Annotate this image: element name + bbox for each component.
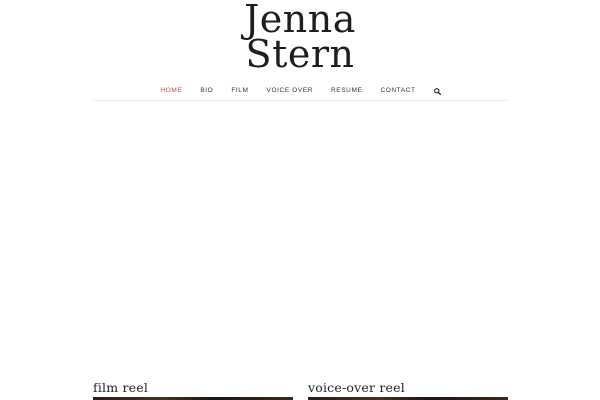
main-nav: HOME BIO FILM VOICE OVER RESUME CONTACT	[93, 82, 508, 100]
film-reel-title: film reel	[93, 380, 149, 395]
voice-over-reel-section: voice-over reel	[308, 380, 508, 400]
film-reel-section: film reel	[93, 380, 293, 400]
hero-area	[93, 101, 508, 377]
site-logo[interactable]: Jenna Stern	[0, 0, 600, 76]
nav-item-film[interactable]: FILM	[222, 82, 257, 100]
nav-item-bio[interactable]: BIO	[191, 82, 222, 100]
voice-over-reel-title: voice-over reel	[308, 380, 405, 395]
nav-item-home[interactable]: HOME	[151, 82, 191, 100]
nav-item-voice-over[interactable]: VOICE OVER	[258, 82, 322, 100]
search-button[interactable]	[425, 82, 450, 100]
search-icon	[433, 87, 441, 95]
nav-item-contact[interactable]: CONTACT	[371, 82, 424, 100]
nav-item-resume[interactable]: RESUME	[322, 82, 371, 100]
site-title-line2: Stern	[245, 32, 355, 76]
